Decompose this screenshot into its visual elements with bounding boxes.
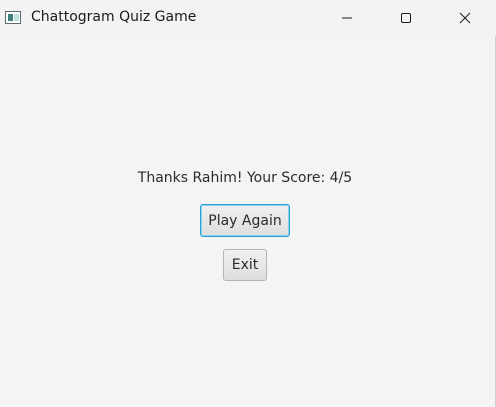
exit-button[interactable]: Exit	[223, 249, 267, 281]
app-icon	[5, 11, 21, 24]
maximize-button[interactable]	[383, 0, 429, 36]
play-again-button[interactable]: Play Again	[200, 204, 290, 237]
maximize-icon	[401, 13, 411, 23]
app-window: Chattogram Quiz Game Thanks Rahim! Your …	[0, 0, 496, 407]
minimize-icon	[342, 17, 352, 19]
minimize-button[interactable]	[324, 0, 370, 36]
close-button[interactable]	[442, 0, 488, 36]
window-title: Chattogram Quiz Game	[31, 9, 197, 25]
title-bar[interactable]: Chattogram Quiz Game	[0, 0, 496, 36]
score-message: Thanks Rahim! Your Score: 4/5	[137, 170, 353, 186]
main-content: Thanks Rahim! Your Score: 4/5 Play Again…	[0, 36, 495, 407]
close-icon	[459, 12, 471, 24]
